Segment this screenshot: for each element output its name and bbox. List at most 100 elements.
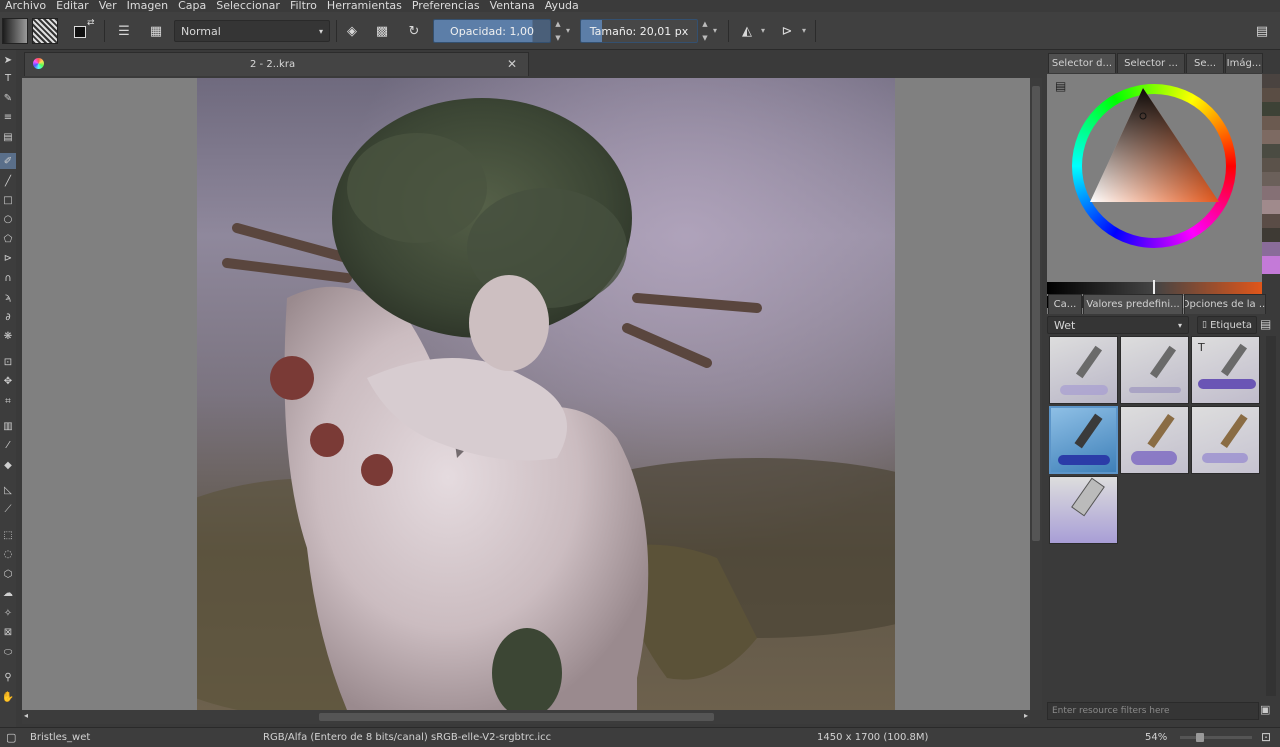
calligraphy-icon[interactable]: ≡	[0, 109, 16, 125]
size-slider[interactable]: Tamaño: 20,01 px	[580, 19, 698, 43]
tab-ca[interactable]: Ca...	[1048, 294, 1082, 314]
preserve-alpha-icon[interactable]: ▩	[370, 19, 394, 43]
zoom-slider[interactable]	[1180, 733, 1252, 742]
tab-advanced-color-selector[interactable]: Selector d...	[1048, 53, 1116, 73]
move-tool-icon[interactable]: ✥	[0, 373, 16, 389]
opacity-spinner[interactable]: ▲ ▼	[553, 20, 563, 42]
assistant-tool-icon[interactable]: ◺	[0, 482, 16, 498]
fill-tool-icon[interactable]: ◆	[0, 457, 16, 473]
color-wheel[interactable]	[1047, 74, 1262, 314]
menu-ventana[interactable]: Ventana	[485, 0, 540, 12]
menu-preferencias[interactable]: Preferencias	[407, 0, 485, 12]
fullscreen-icon[interactable]: ⊡	[1261, 730, 1271, 744]
mirror-horizontal-icon[interactable]: ◭	[735, 19, 759, 43]
brush-preset-tile[interactable]	[1120, 336, 1189, 404]
brush-preset-tile-selected[interactable]	[1049, 406, 1118, 474]
zoom-tool-icon[interactable]: ⚲	[0, 669, 16, 685]
polygon-select-icon[interactable]: ⬡	[0, 566, 16, 582]
size-dropdown-icon[interactable]: ▾	[713, 26, 717, 52]
brush-preset-tile[interactable]	[1191, 406, 1260, 474]
freehand-path-icon[interactable]: ϡ	[0, 289, 16, 305]
multibrush-icon[interactable]: ❋	[0, 328, 16, 344]
menu-editar[interactable]: Editar	[51, 0, 94, 12]
gradient-edit-icon[interactable]: ▤	[0, 129, 16, 145]
transform-tool-icon[interactable]: ⊡	[0, 354, 16, 370]
edit-shapes-icon[interactable]: ✎	[0, 90, 16, 106]
rectangle-tool-icon[interactable]: □	[0, 192, 16, 208]
preset-view-menu-icon[interactable]: ▤	[1260, 317, 1271, 331]
menu-ver[interactable]: Ver	[94, 0, 122, 12]
fg-bg-color-selector[interactable]: ⇄	[72, 18, 98, 44]
tab-tool-options[interactable]: Opciones de la ...	[1184, 294, 1266, 314]
brush-tag-select[interactable]: Wet ▾	[1047, 316, 1189, 334]
mirror-vertical-icon[interactable]: ⊳	[775, 19, 799, 43]
bezier-tool-icon[interactable]: ∩	[0, 270, 16, 286]
reload-preset-icon[interactable]: ↻	[402, 19, 426, 43]
bezier-select-icon[interactable]: ⬭	[0, 644, 16, 660]
opacity-dropdown-icon[interactable]: ▾	[566, 26, 570, 52]
crop-tool-icon[interactable]: ⌗	[0, 393, 16, 409]
scroll-thumb[interactable]	[319, 713, 714, 721]
brush-tool-icon[interactable]: ✐	[0, 153, 16, 169]
zoom-slider-handle[interactable]	[1196, 733, 1204, 742]
toolbar-menu-icon[interactable]: ▤	[1250, 19, 1274, 43]
dynamic-brush-icon[interactable]: ∂	[0, 309, 16, 325]
scroll-left-icon[interactable]: ◂	[24, 711, 28, 720]
scroll-right-icon[interactable]: ▸	[1024, 711, 1028, 720]
menu-capa[interactable]: Capa	[173, 0, 211, 12]
document-tab[interactable]: 2 - 2..kra ✕	[24, 52, 529, 76]
swap-colors-icon[interactable]: ⇄	[87, 18, 95, 28]
polyline-tool-icon[interactable]: ⊳	[0, 250, 16, 266]
opacity-slider[interactable]: Opacidad: 1,00	[433, 19, 551, 43]
tab-color-selector[interactable]: Selector ...	[1117, 53, 1185, 73]
select-shapes-icon[interactable]: ➤	[0, 52, 16, 68]
canvas-vertical-scrollbar[interactable]	[1030, 78, 1042, 710]
gradient-tool-icon[interactable]: ▥	[0, 418, 16, 434]
artwork-painting[interactable]	[197, 78, 895, 710]
canvas-area[interactable]	[22, 78, 1030, 710]
save-icon[interactable]: ▣	[1260, 703, 1270, 716]
menu-herramientas[interactable]: Herramientas	[322, 0, 407, 12]
contiguous-select-icon[interactable]: ✧	[0, 605, 16, 621]
polygon-tool-icon[interactable]: ⬠	[0, 231, 16, 247]
menu-filtro[interactable]: Filtro	[285, 0, 322, 12]
menu-imagen[interactable]: Imagen	[122, 0, 173, 12]
blend-mode-select[interactable]: Normal ▾	[174, 20, 330, 42]
pattern-swatch[interactable]	[32, 18, 58, 44]
size-spinner[interactable]: ▲ ▼	[700, 20, 710, 42]
edit-brush-settings-icon[interactable]: ☰	[112, 19, 136, 43]
color-picker-icon[interactable]: ⁄	[0, 437, 16, 453]
eraser-mode-icon[interactable]: ◈	[340, 19, 364, 43]
brush-preset-tile[interactable]	[1120, 406, 1189, 474]
tab-brush-presets[interactable]: Valores predefini...	[1083, 294, 1183, 314]
foreground-color[interactable]	[74, 26, 86, 38]
preset-scrollbar[interactable]	[1266, 336, 1276, 696]
rect-select-icon[interactable]: ⬚	[0, 527, 16, 543]
color-selector-panel[interactable]: ▤	[1047, 74, 1262, 314]
close-icon[interactable]: ✕	[507, 57, 517, 71]
brush-preset-tile[interactable]: T	[1191, 336, 1260, 404]
line-tool-icon[interactable]: ╱	[0, 173, 16, 189]
tab-se[interactable]: Se...	[1186, 53, 1224, 73]
menu-archivo[interactable]: Archivo	[0, 0, 51, 12]
tag-button[interactable]: ▯ Etiqueta	[1197, 316, 1257, 334]
scroll-thumb[interactable]	[1032, 86, 1040, 541]
gradient-swatch[interactable]	[2, 18, 28, 44]
ellipse-tool-icon[interactable]: ○	[0, 211, 16, 227]
tab-images[interactable]: Imág...	[1225, 53, 1263, 73]
ellipse-select-icon[interactable]: ◌	[0, 546, 16, 562]
brush-preset-tile[interactable]	[1049, 336, 1118, 404]
canvas-horizontal-scrollbar[interactable]: ◂ ▸	[22, 710, 1030, 724]
chevron-down-icon[interactable]: ▾	[802, 26, 806, 52]
resource-filter-input[interactable]: Enter resource filters here	[1047, 702, 1259, 720]
similar-select-icon[interactable]: ⊠	[0, 624, 16, 640]
measure-tool-icon[interactable]: ⟋	[0, 501, 16, 517]
menu-seleccionar[interactable]: Seleccionar	[211, 0, 285, 12]
freehand-select-icon[interactable]: ☁	[0, 585, 16, 601]
menu-ayuda[interactable]: Ayuda	[540, 0, 584, 12]
color-history-strip[interactable]	[1262, 74, 1280, 274]
pan-tool-icon[interactable]: ✋	[0, 689, 16, 705]
chevron-down-icon[interactable]: ▾	[761, 26, 765, 52]
brush-preset-tile[interactable]	[1049, 476, 1118, 544]
text-tool-icon[interactable]: T	[0, 70, 16, 86]
